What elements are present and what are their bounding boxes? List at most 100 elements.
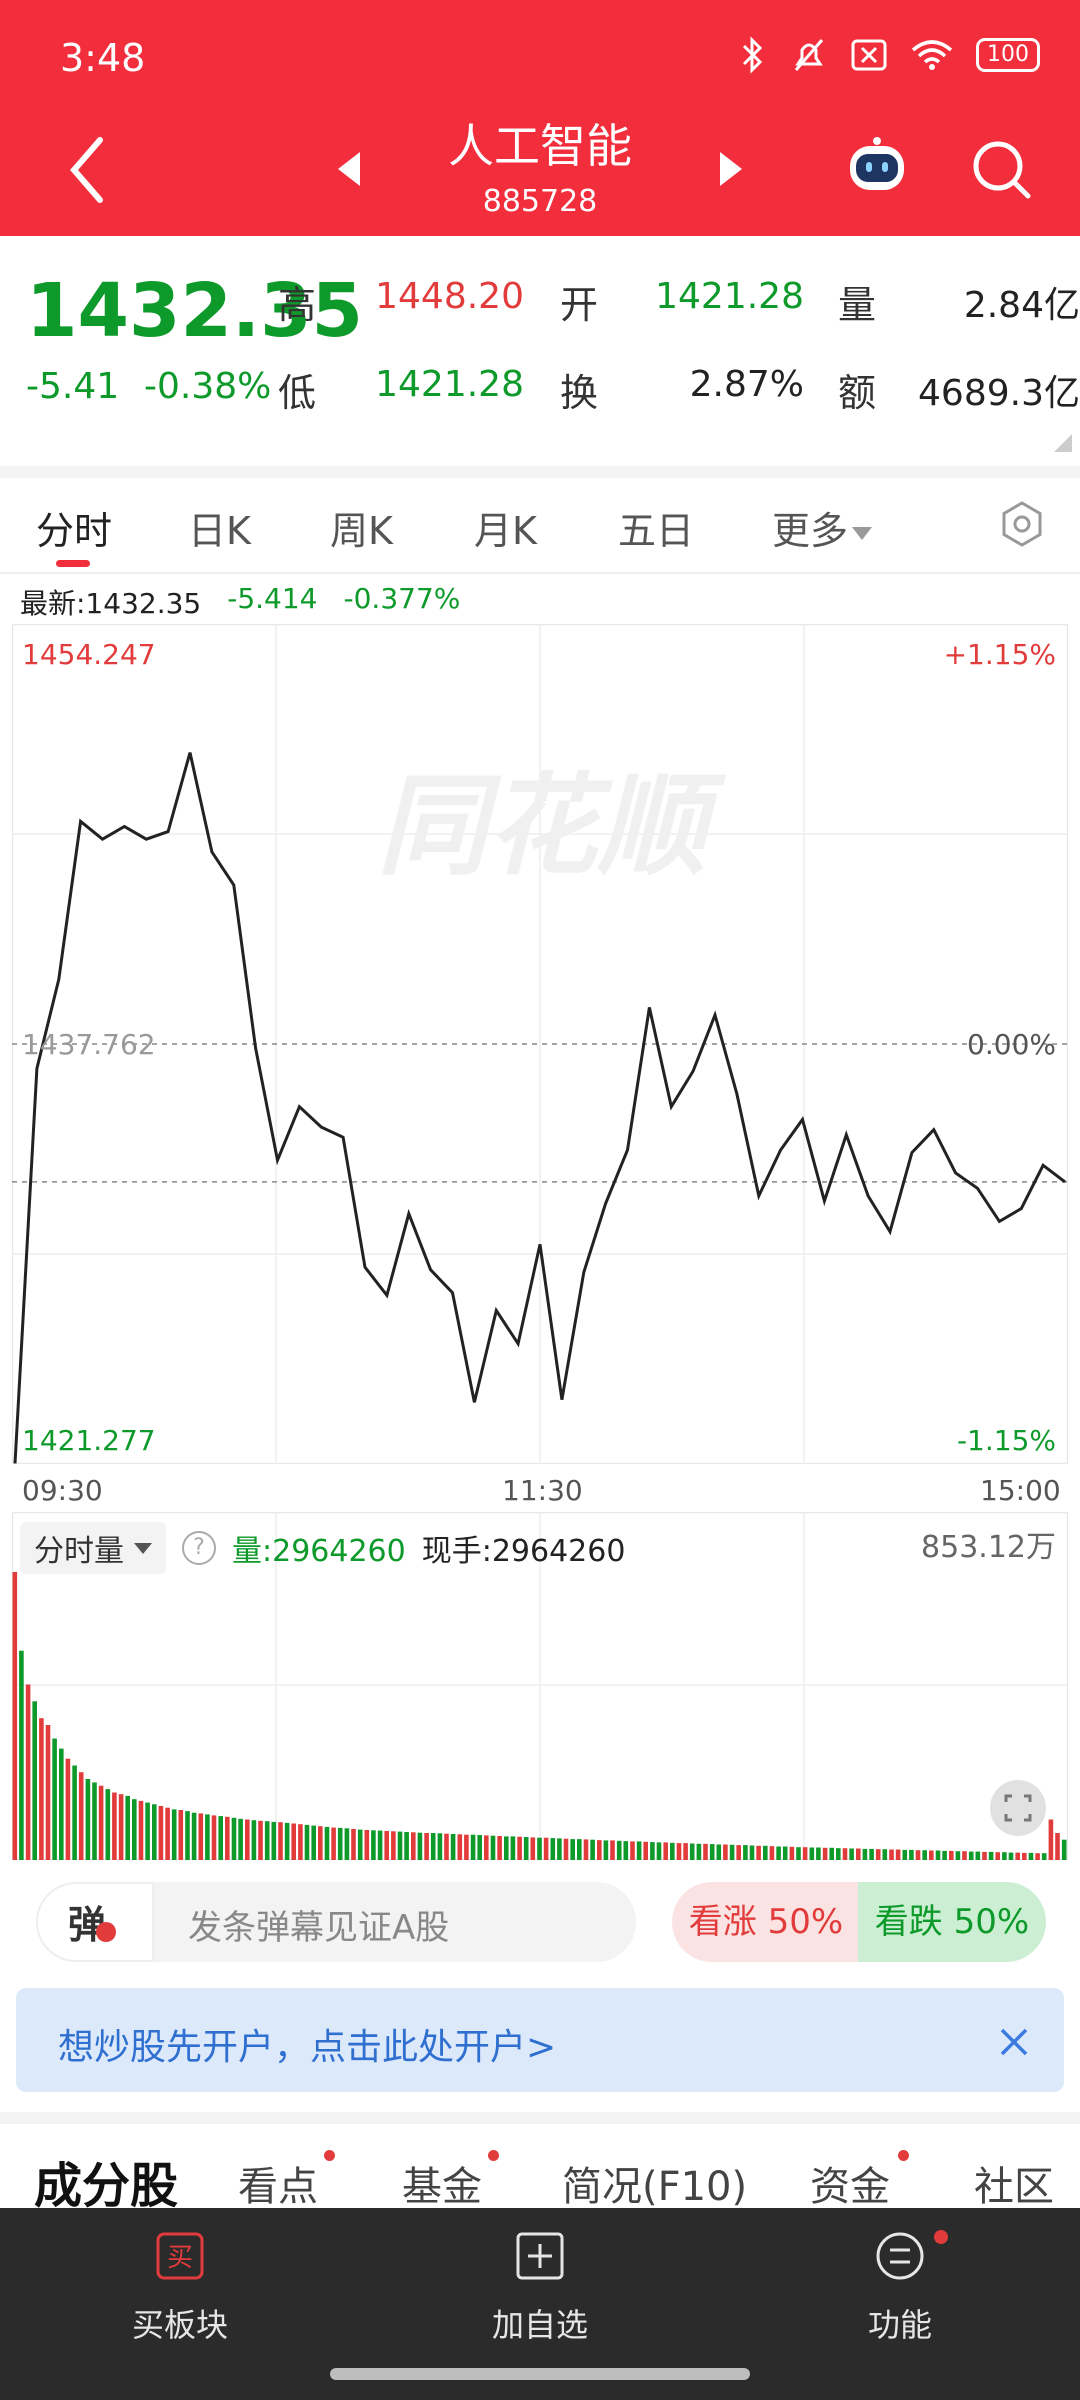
volume-bar	[132, 1799, 137, 1860]
volume-bar	[583, 1839, 589, 1860]
volume-bar	[962, 1851, 967, 1860]
volume-bar	[756, 1845, 761, 1860]
tab-capital[interactable]: 资金	[810, 2154, 890, 2212]
volume-bar	[304, 1824, 310, 1860]
volume-bar	[477, 1835, 482, 1860]
search-icon[interactable]	[970, 138, 1034, 202]
volume-bar	[776, 1846, 781, 1860]
volume-bar	[185, 1811, 190, 1860]
nav-functions[interactable]: 功能	[800, 2230, 1000, 2346]
fullscreen-button[interactable]	[990, 1780, 1046, 1836]
volume-bar	[543, 1837, 549, 1860]
tab-monthly-k[interactable]: 月K	[474, 500, 537, 555]
nav-buy-label: 买板块	[131, 2306, 228, 2344]
chevron-down-icon	[852, 527, 873, 540]
volume-bar	[763, 1845, 768, 1860]
tabs-divider	[0, 572, 1080, 574]
volume-bar	[975, 1851, 981, 1860]
time-label-close: 15:00	[980, 1474, 1061, 1507]
volume-bar	[218, 1816, 223, 1860]
volume-bar	[464, 1834, 469, 1860]
volume-bar	[411, 1832, 416, 1860]
tab-community[interactable]: 社区	[974, 2154, 1054, 2212]
watermark: 同花顺	[377, 762, 727, 890]
volume-bar	[557, 1838, 562, 1860]
volume-bar	[875, 1849, 881, 1860]
volume-bar	[1061, 1839, 1067, 1860]
volume-bar	[52, 1738, 57, 1860]
menu-icon	[876, 2232, 924, 2280]
vote-bullish-button[interactable]: 看涨 50%	[672, 1882, 860, 1962]
volume-bar	[670, 1842, 675, 1860]
expand-corner-icon[interactable]	[1054, 434, 1072, 452]
volume-bar	[1008, 1852, 1014, 1860]
volume-bar	[278, 1822, 283, 1860]
volume-bar	[45, 1725, 51, 1860]
tab-daily-k[interactable]: 日K	[188, 500, 251, 555]
tab-more[interactable]: 更多	[772, 500, 873, 555]
volume-bar	[709, 1844, 715, 1860]
high-label: 高	[278, 283, 317, 327]
wifi-icon	[911, 40, 953, 70]
volume-bar	[264, 1821, 270, 1860]
volume-bar	[311, 1825, 316, 1860]
volume-bar	[397, 1831, 403, 1860]
help-icon[interactable]: ?	[182, 1531, 216, 1565]
volume-bar	[590, 1839, 595, 1860]
volume-bar	[623, 1841, 629, 1860]
chevron-down-icon	[134, 1542, 152, 1554]
volume-bar	[344, 1828, 350, 1860]
next-sector-arrow[interactable]	[720, 152, 742, 186]
turnover-value: 2.87%	[689, 364, 804, 405]
nav-functions-label: 功能	[867, 2306, 932, 2344]
volume-bar	[676, 1843, 682, 1860]
intraday-price-chart[interactable]: 同花顺 1454.247 +1.15% 1437.762 0.00% 1421.…	[12, 624, 1068, 1464]
close-icon[interactable]	[994, 2022, 1034, 2062]
volume-bar	[490, 1835, 496, 1860]
banner-text[interactable]: 想炒股先开户，点击此处开户>	[58, 2018, 556, 2070]
open-value: 1421.28	[655, 276, 804, 317]
volume-bar	[364, 1830, 370, 1860]
volume-bar	[450, 1834, 456, 1860]
notification-dot	[324, 2150, 335, 2161]
tab-highlights[interactable]: 看点	[238, 2154, 318, 2212]
volume-bar	[430, 1833, 436, 1860]
volume-bar	[238, 1818, 243, 1860]
volume-bar	[902, 1849, 908, 1860]
volume-bar	[636, 1841, 642, 1860]
tab-weekly-k[interactable]: 周K	[330, 500, 393, 555]
vote-bearish-button[interactable]: 看跌 50%	[858, 1882, 1046, 1962]
volume-bar	[92, 1782, 97, 1860]
volume-selector[interactable]: 分时量	[20, 1522, 166, 1574]
volume-bar	[749, 1845, 755, 1860]
tab-five-day[interactable]: 五日	[618, 500, 694, 555]
nav-add-watchlist[interactable]: 加自选	[440, 2230, 640, 2346]
volume-bar	[537, 1837, 542, 1860]
nav-buy-sector[interactable]: 买 买板块	[80, 2230, 280, 2346]
volume-bar	[743, 1845, 748, 1860]
volume-bar	[39, 1718, 44, 1860]
notification-dot	[488, 2150, 499, 2161]
volume-bar	[424, 1833, 429, 1860]
volume-label: 量	[838, 283, 877, 327]
volume-bar	[19, 1650, 24, 1860]
volume-bar	[663, 1842, 668, 1860]
volume-now-hand: 现手:2964260	[421, 1534, 626, 1569]
assistant-robot-icon[interactable]	[842, 136, 912, 198]
chart-settings-icon[interactable]	[998, 500, 1046, 548]
danmu-placeholder: 发条弹幕见证A股	[188, 1908, 450, 1948]
volume-bar	[65, 1758, 71, 1860]
volume-bar	[510, 1836, 516, 1860]
tab-funds[interactable]: 基金	[402, 2154, 482, 2212]
volume-bar	[849, 1848, 854, 1860]
volume-bar	[955, 1851, 961, 1860]
tab-intraday[interactable]: 分时	[36, 500, 112, 555]
volume-bar	[12, 1572, 18, 1860]
volume-bar	[165, 1807, 170, 1860]
volume-bar	[231, 1817, 237, 1860]
volume-bar	[517, 1836, 522, 1860]
volume-bar	[351, 1828, 356, 1860]
active-tab-indicator	[56, 560, 90, 567]
tab-profile-f10[interactable]: 简况(F10)	[562, 2154, 747, 2212]
tab-constituents[interactable]: 成分股	[34, 2146, 178, 2216]
